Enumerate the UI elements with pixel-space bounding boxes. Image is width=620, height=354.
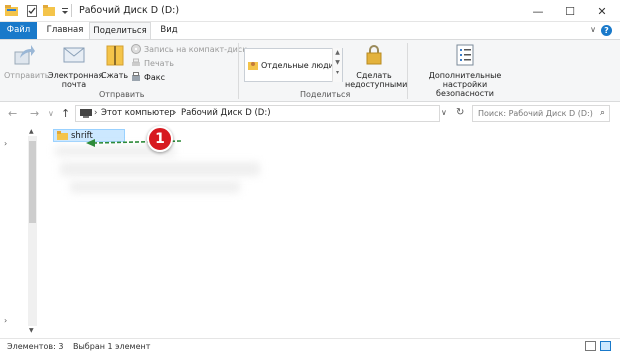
computer-icon bbox=[80, 109, 92, 118]
dropdown-icon[interactable] bbox=[58, 4, 71, 17]
selection-count: Выбран 1 элемент bbox=[73, 342, 151, 351]
tab-file[interactable]: Файл bbox=[0, 22, 37, 39]
email-button[interactable]: Электронная почта bbox=[48, 44, 104, 89]
scroll-up-icon[interactable]: ▲ bbox=[29, 128, 34, 135]
blurred-item bbox=[70, 181, 240, 193]
breadcrumb-this-pc[interactable]: Этот компьютер bbox=[101, 108, 175, 118]
blurred-item bbox=[60, 162, 260, 176]
print-label: Печать bbox=[144, 58, 174, 68]
navigation-pane: › ▲ ▼ › bbox=[0, 126, 40, 338]
address-row: ← → ∨ ↑ › Этот компьютер › Рабочий Диск … bbox=[0, 102, 620, 126]
file-list: shrift bbox=[40, 126, 620, 338]
burn-disc-button[interactable]: Запись на компакт-диск bbox=[131, 43, 247, 55]
close-button[interactable]: ✕ bbox=[586, 0, 618, 22]
ribbon-tabs: Файл Главная Поделиться Вид ∨ ? bbox=[0, 22, 620, 40]
ribbon-collapse-icon[interactable]: ∨ bbox=[590, 25, 596, 34]
stop-sharing-label-2: недоступными bbox=[345, 80, 408, 89]
zip-button[interactable]: Сжать bbox=[101, 44, 128, 80]
zip-label: Сжать bbox=[101, 71, 129, 80]
forward-icon[interactable]: → bbox=[30, 107, 39, 120]
scroll-down-icon[interactable]: ▼ bbox=[29, 327, 34, 334]
ribbon: Отправить Электронная почта Сжать Запись… bbox=[0, 39, 620, 102]
window-title: Рабочий Диск D (D:) bbox=[79, 5, 180, 16]
disc-icon bbox=[131, 44, 141, 54]
search-icon[interactable]: ⌕ bbox=[600, 108, 605, 118]
lock-icon bbox=[366, 45, 382, 65]
address-bar[interactable]: › Этот компьютер › Рабочий Диск D (D:) bbox=[75, 105, 440, 122]
details-view-icon[interactable] bbox=[585, 341, 596, 351]
maximize-button[interactable]: ☐ bbox=[554, 0, 586, 22]
back-icon[interactable]: ← bbox=[8, 107, 17, 120]
status-bar: Элементов: 3 Выбран 1 элемент bbox=[0, 338, 620, 354]
explorer-icon[interactable] bbox=[5, 4, 18, 17]
zip-folder-icon bbox=[106, 45, 123, 66]
security-settings-icon bbox=[456, 44, 474, 66]
share-arrow-icon bbox=[14, 45, 35, 65]
minimize-button[interactable]: — bbox=[522, 0, 554, 22]
annotation-badge: 1 bbox=[147, 126, 173, 152]
title-bar: Рабочий Диск D (D:) — ☐ ✕ bbox=[0, 0, 620, 22]
email-icon bbox=[63, 47, 85, 63]
address-dropdown-icon[interactable]: ∨ bbox=[441, 108, 447, 117]
share-button[interactable]: Отправить bbox=[4, 44, 50, 80]
security-label-2: настройки безопасности bbox=[436, 80, 494, 98]
folder-icon bbox=[57, 131, 68, 140]
refresh-icon[interactable]: ↻ bbox=[456, 107, 464, 118]
gallery-scroll-icon[interactable]: ▲ ▼ ▾ bbox=[332, 48, 342, 82]
recent-locations-icon[interactable]: ∨ bbox=[48, 109, 54, 118]
expand-chevron-icon[interactable]: › bbox=[4, 316, 7, 325]
up-icon[interactable]: ↑ bbox=[61, 107, 70, 120]
breadcrumb-separator-icon: › bbox=[94, 108, 98, 118]
large-icons-view-icon[interactable] bbox=[600, 341, 611, 351]
fax-button[interactable]: Факс bbox=[131, 71, 165, 83]
send-group-label: Отправить bbox=[99, 90, 145, 99]
email-label-2: почта bbox=[61, 80, 87, 89]
tab-share[interactable]: Поделиться bbox=[89, 22, 151, 40]
fax-icon bbox=[132, 72, 140, 81]
share-group-label: Поделиться bbox=[300, 90, 351, 99]
stop-sharing-button[interactable]: Сделать недоступными bbox=[345, 44, 408, 89]
security-label-1: Дополнительные bbox=[428, 71, 502, 80]
specific-people-label: Отдельные люди... bbox=[261, 60, 342, 70]
email-label-1: Электронная bbox=[48, 71, 104, 80]
burn-disc-label: Запись на компакт-диск bbox=[144, 44, 248, 54]
stop-sharing-label-1: Сделать bbox=[356, 71, 392, 80]
share-label: Отправить bbox=[4, 71, 50, 80]
item-count: Элементов: 3 bbox=[7, 342, 64, 351]
tab-home[interactable]: Главная bbox=[40, 22, 90, 39]
breadcrumb-separator-icon: › bbox=[173, 108, 177, 118]
ribbon-separator bbox=[407, 43, 408, 99]
printer-icon bbox=[132, 58, 140, 66]
tab-view[interactable]: Вид bbox=[153, 22, 185, 39]
new-folder-icon[interactable] bbox=[42, 4, 55, 17]
nav-scroll-thumb[interactable] bbox=[29, 141, 36, 223]
search-placeholder: Поиск: Рабочий Диск D (D:) bbox=[478, 109, 593, 118]
help-icon[interactable]: ? bbox=[601, 25, 612, 36]
share-with-gallery[interactable]: Отдельные люди... bbox=[244, 48, 343, 82]
specific-people-button[interactable]: Отдельные люди... bbox=[248, 59, 341, 71]
properties-icon[interactable] bbox=[26, 4, 39, 17]
search-input[interactable]: Поиск: Рабочий Диск D (D:) ⌕ bbox=[472, 105, 610, 122]
breadcrumb-drive-d[interactable]: Рабочий Диск D (D:) bbox=[181, 108, 271, 118]
people-icon bbox=[248, 62, 258, 70]
title-separator bbox=[71, 4, 72, 17]
expand-chevron-icon[interactable]: › bbox=[4, 139, 7, 148]
fax-label: Факс bbox=[144, 72, 166, 82]
advanced-security-button[interactable]: Дополнительные настройки безопасности bbox=[418, 44, 512, 98]
print-button[interactable]: Печать bbox=[131, 57, 174, 69]
ribbon-separator bbox=[238, 43, 239, 99]
